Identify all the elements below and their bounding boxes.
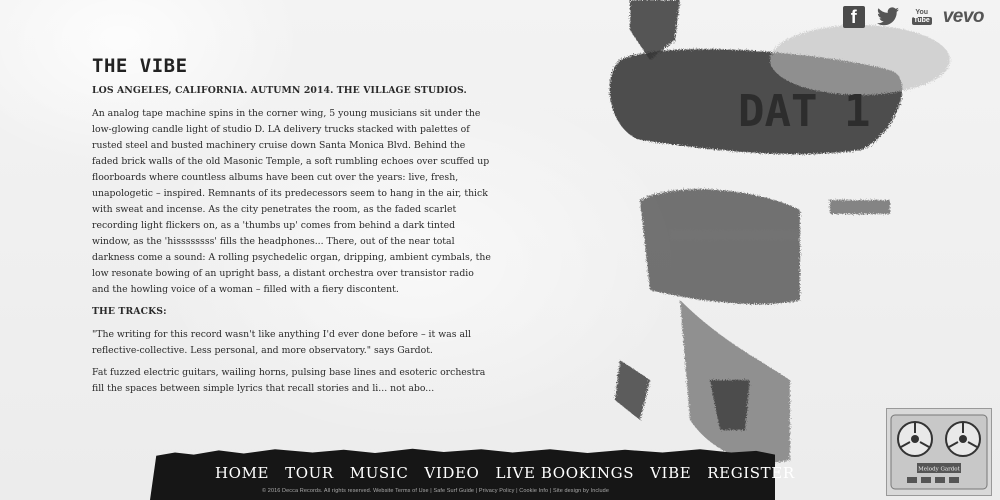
article-paragraph-1: An analog tape machine spins in the corn…: [92, 108, 491, 295]
right-reel-icon: [945, 421, 981, 457]
nav-tour[interactable]: TOUR: [285, 464, 334, 482]
article-dateline: LOS ANGELES, CALIFORNIA. AUTUMN 2014. TH…: [92, 85, 467, 96]
left-reel-icon: [897, 421, 933, 457]
nav-live-bookings[interactable]: LIVE BOOKINGS: [495, 464, 634, 482]
vevo-logo[interactable]: vevo: [943, 6, 985, 28]
nav-home[interactable]: HOME: [215, 464, 269, 482]
youtube-tube: Tube: [911, 17, 932, 25]
main-nav: HOME TOUR MUSIC VIDEO LIVE BOOKINGS VIBE…: [215, 464, 795, 482]
tracks-heading: THE TRACKS:: [92, 306, 167, 317]
nav-music[interactable]: MUSIC: [350, 464, 409, 482]
article-paragraph-3: Fat fuzzed electric guitars, wailing hor…: [92, 367, 486, 394]
page-title: THE VIBE: [92, 55, 188, 77]
nav-register[interactable]: REGISTER: [707, 464, 794, 482]
facebook-icon[interactable]: f: [842, 6, 865, 28]
player-label: Melody Gardot: [918, 467, 960, 473]
article-quote: "The writing for this record wasn't like…: [92, 329, 471, 356]
stencil-text: DAT 1: [738, 86, 870, 137]
nav-vibe[interactable]: VIBE: [650, 464, 691, 482]
twitter-icon[interactable]: [875, 6, 901, 28]
footer-legal: © 2016 Decca Records. All rights reserve…: [262, 488, 609, 494]
social-links: f You Tube vevo: [842, 6, 985, 28]
youtube-icon[interactable]: You Tube: [911, 6, 933, 28]
nav-video[interactable]: VIDEO: [424, 464, 479, 482]
tape-player-widget[interactable]: Melody Gardot: [886, 408, 992, 496]
youtube-you: You: [915, 9, 929, 16]
article: THE VIBE LOS ANGELES, CALIFORNIA. AUTUMN…: [92, 55, 492, 405]
